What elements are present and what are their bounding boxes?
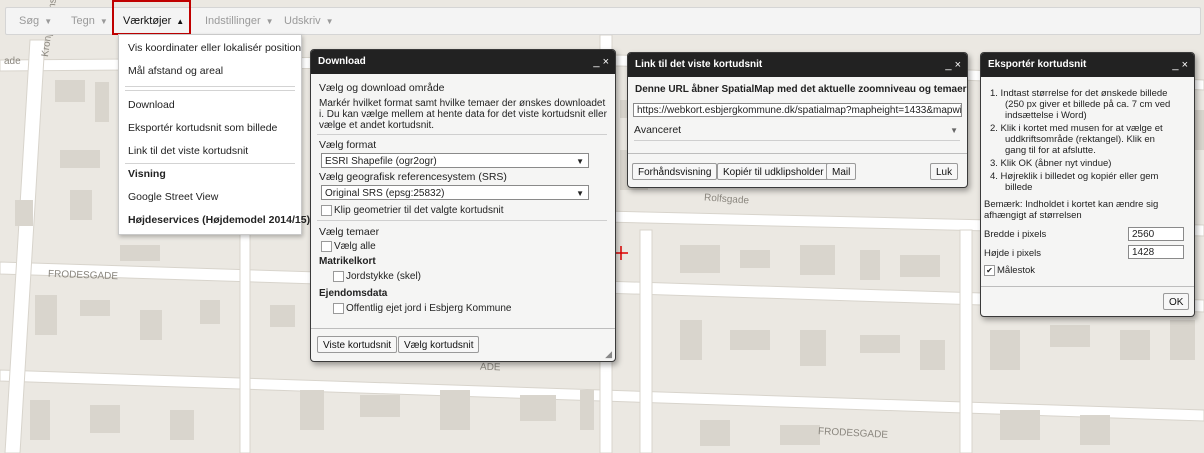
checkbox[interactable] xyxy=(321,205,332,216)
instruction-text: gang til for at afslutte. xyxy=(1005,145,1096,156)
menu-item-download[interactable]: Download xyxy=(128,99,175,111)
menu-heading-visning: Visning xyxy=(128,168,166,180)
url-input[interactable]: https://webkort.esbjergkommune.dk/spatia… xyxy=(633,103,962,117)
layer-offentlig-jord[interactable]: Offentlig ejet jord i Esbjerg Kommune xyxy=(333,303,511,314)
instruction-text: 3. Klik OK (åbner nyt vindue) xyxy=(990,158,1112,169)
menu-label: Indstillinger xyxy=(205,15,261,27)
scale-label: Målestok xyxy=(997,265,1036,277)
menu-item-link[interactable]: Link til det viste kortudsnit xyxy=(128,145,248,157)
menu-separator xyxy=(125,86,295,87)
width-input[interactable]: 2560 xyxy=(1128,227,1184,241)
show-extent-button[interactable]: Viste kortudsnit xyxy=(317,336,398,353)
preview-button[interactable]: Forhåndsvisning xyxy=(632,163,718,180)
srs-select[interactable]: Original SRS (epsg:25832) ▼ xyxy=(321,185,589,200)
street-label: ADE xyxy=(479,361,501,374)
download-heading: Vælg og download område xyxy=(319,82,445,94)
format-value: ESRI Shapefile (ogr2ogr) xyxy=(325,156,437,167)
caret-down-icon: ▼ xyxy=(265,17,274,26)
srs-label: Vælg geografisk referencesystem (SRS) xyxy=(319,171,507,183)
instruction-text: indsættelse i Word) xyxy=(1005,110,1087,121)
menu-item-street-view[interactable]: Google Street View xyxy=(128,191,218,203)
link-heading: Denne URL åbner SpatialMap med det aktue… xyxy=(635,84,967,95)
format-label: Vælg format xyxy=(319,139,377,151)
divider xyxy=(311,328,615,329)
caret-down-icon: ▼ xyxy=(44,17,53,26)
menu-separator xyxy=(125,90,295,91)
dialog-title: Link til det viste kortudsnit xyxy=(628,53,967,77)
group-matrikelkort: Matrikelkort xyxy=(319,256,376,267)
menu-label: Tegn xyxy=(71,15,95,27)
note-text: Bemærk: Indholdet i kortet kan ændre sig xyxy=(984,199,1159,210)
menu-tegn[interactable]: Tegn ▼ xyxy=(71,8,108,34)
height-label: Højde i pixels xyxy=(984,248,1042,259)
export-dialog: Eksportér kortudsnit _ × 1. Indtast stør… xyxy=(980,52,1195,317)
dialog-controls[interactable]: _ × xyxy=(1172,53,1188,77)
highlight-box xyxy=(112,0,191,35)
select-all-option[interactable]: Vælg alle xyxy=(321,241,376,252)
download-desc: Markér hvilket format samt hvilke temaer… xyxy=(319,98,606,109)
resize-handle-icon[interactable]: ◢ xyxy=(605,349,612,360)
mail-button[interactable]: Mail xyxy=(826,163,857,180)
divider xyxy=(981,286,1194,287)
height-input[interactable]: 1428 xyxy=(1128,245,1184,259)
menu-item-eksporter[interactable]: Eksportér kortudsnit som billede xyxy=(128,122,277,134)
width-label: Bredde i pixels xyxy=(984,229,1047,240)
checkbox[interactable] xyxy=(321,241,332,252)
close-button[interactable]: Luk xyxy=(930,163,959,180)
srs-value: Original SRS (epsg:25832) xyxy=(325,188,445,199)
link-dialog: Link til det viste kortudsnit _ × Denne … xyxy=(627,52,968,188)
menu-udskriv[interactable]: Udskriv ▼ xyxy=(284,8,334,34)
note-text: afhængigt af størrelsen xyxy=(984,210,1082,221)
dropdown-arrow-icon: ▼ xyxy=(576,189,584,198)
instruction-text: 2. Klik i kortet med musen for at vælge … xyxy=(990,123,1163,134)
menu-label: Udskriv xyxy=(284,15,321,27)
layer-jordstykke[interactable]: Jordstykke (skel) xyxy=(333,271,421,282)
download-dialog: Download _ × Vælg og download område Mar… xyxy=(310,49,616,362)
divider xyxy=(317,134,607,135)
instruction-text: 1. Indtast størrelse for det ønskede bil… xyxy=(990,88,1168,99)
ok-button[interactable]: OK xyxy=(1163,293,1190,310)
advanced-section[interactable]: Avanceret ▼ xyxy=(634,124,960,141)
instruction-text: uddkriftsområde (rektangel). Klik en xyxy=(1005,134,1155,145)
menu-item-hojdeservices[interactable]: Højdeservices (Højdemodel 2014/15) xyxy=(128,214,310,226)
dialog-controls[interactable]: _ × xyxy=(593,50,609,74)
dialog-title: Eksportér kortudsnit xyxy=(981,53,1194,77)
divider xyxy=(317,220,607,221)
scale-option[interactable]: ✔ Målestok xyxy=(984,265,1035,276)
caret-down-icon: ▼ xyxy=(325,17,334,26)
menu-item-maal[interactable]: Mål afstand og areal xyxy=(128,65,223,77)
menu-label: Søg xyxy=(19,15,40,27)
instruction-text: (250 px giver et billede på ca. 7 cm ved xyxy=(1005,99,1171,110)
divider xyxy=(628,153,967,154)
instruction-text: 4. Højreklik i billedet og kopiér eller … xyxy=(990,171,1159,182)
menu-separator xyxy=(125,163,295,164)
menu-sog[interactable]: Søg ▼ xyxy=(19,8,52,34)
menu-indstillinger[interactable]: Indstillinger ▼ xyxy=(205,8,274,34)
checkbox-checked[interactable]: ✔ xyxy=(984,265,995,276)
street-label: ade xyxy=(4,56,21,67)
dialog-title: Download xyxy=(311,50,615,74)
download-desc: vælge et andet kortudsnit. xyxy=(319,120,435,131)
advanced-label: Avanceret xyxy=(634,124,682,136)
layer-label: Jordstykke (skel) xyxy=(346,271,422,283)
group-ejendomsdata: Ejendomsdata xyxy=(319,288,388,299)
copy-button[interactable]: Kopiér til udklipsholder xyxy=(717,163,830,180)
clip-option[interactable]: Klip geometrier til det valgte kortudsni… xyxy=(321,205,504,216)
instruction-text: billede xyxy=(1005,182,1033,193)
caret-down-icon: ▼ xyxy=(99,17,108,26)
layer-label: Offentlig ejet jord i Esbjerg Kommune xyxy=(346,303,512,315)
dropdown-arrow-icon: ▼ xyxy=(576,157,584,166)
checkbox[interactable] xyxy=(333,271,344,282)
format-select[interactable]: ESRI Shapefile (ogr2ogr) ▼ xyxy=(321,153,589,168)
download-desc: i. Du kan vælge mellem at hente data for… xyxy=(319,109,607,120)
checkbox[interactable] xyxy=(333,303,344,314)
dropdown-arrow-icon: ▼ xyxy=(950,126,958,135)
menu-item-koordinater[interactable]: Vis koordinater eller lokalisér position xyxy=(128,42,301,54)
select-all-label: Vælg alle xyxy=(334,241,376,253)
dialog-controls[interactable]: _ × xyxy=(945,53,961,77)
select-extent-button[interactable]: Vælg kortudsnit xyxy=(398,336,480,353)
clip-label: Klip geometrier til det valgte kortudsni… xyxy=(334,205,504,217)
themes-label: Vælg temaer xyxy=(319,226,380,238)
vaerktojer-dropdown: Vis koordinater eller lokalisér position… xyxy=(118,34,310,235)
